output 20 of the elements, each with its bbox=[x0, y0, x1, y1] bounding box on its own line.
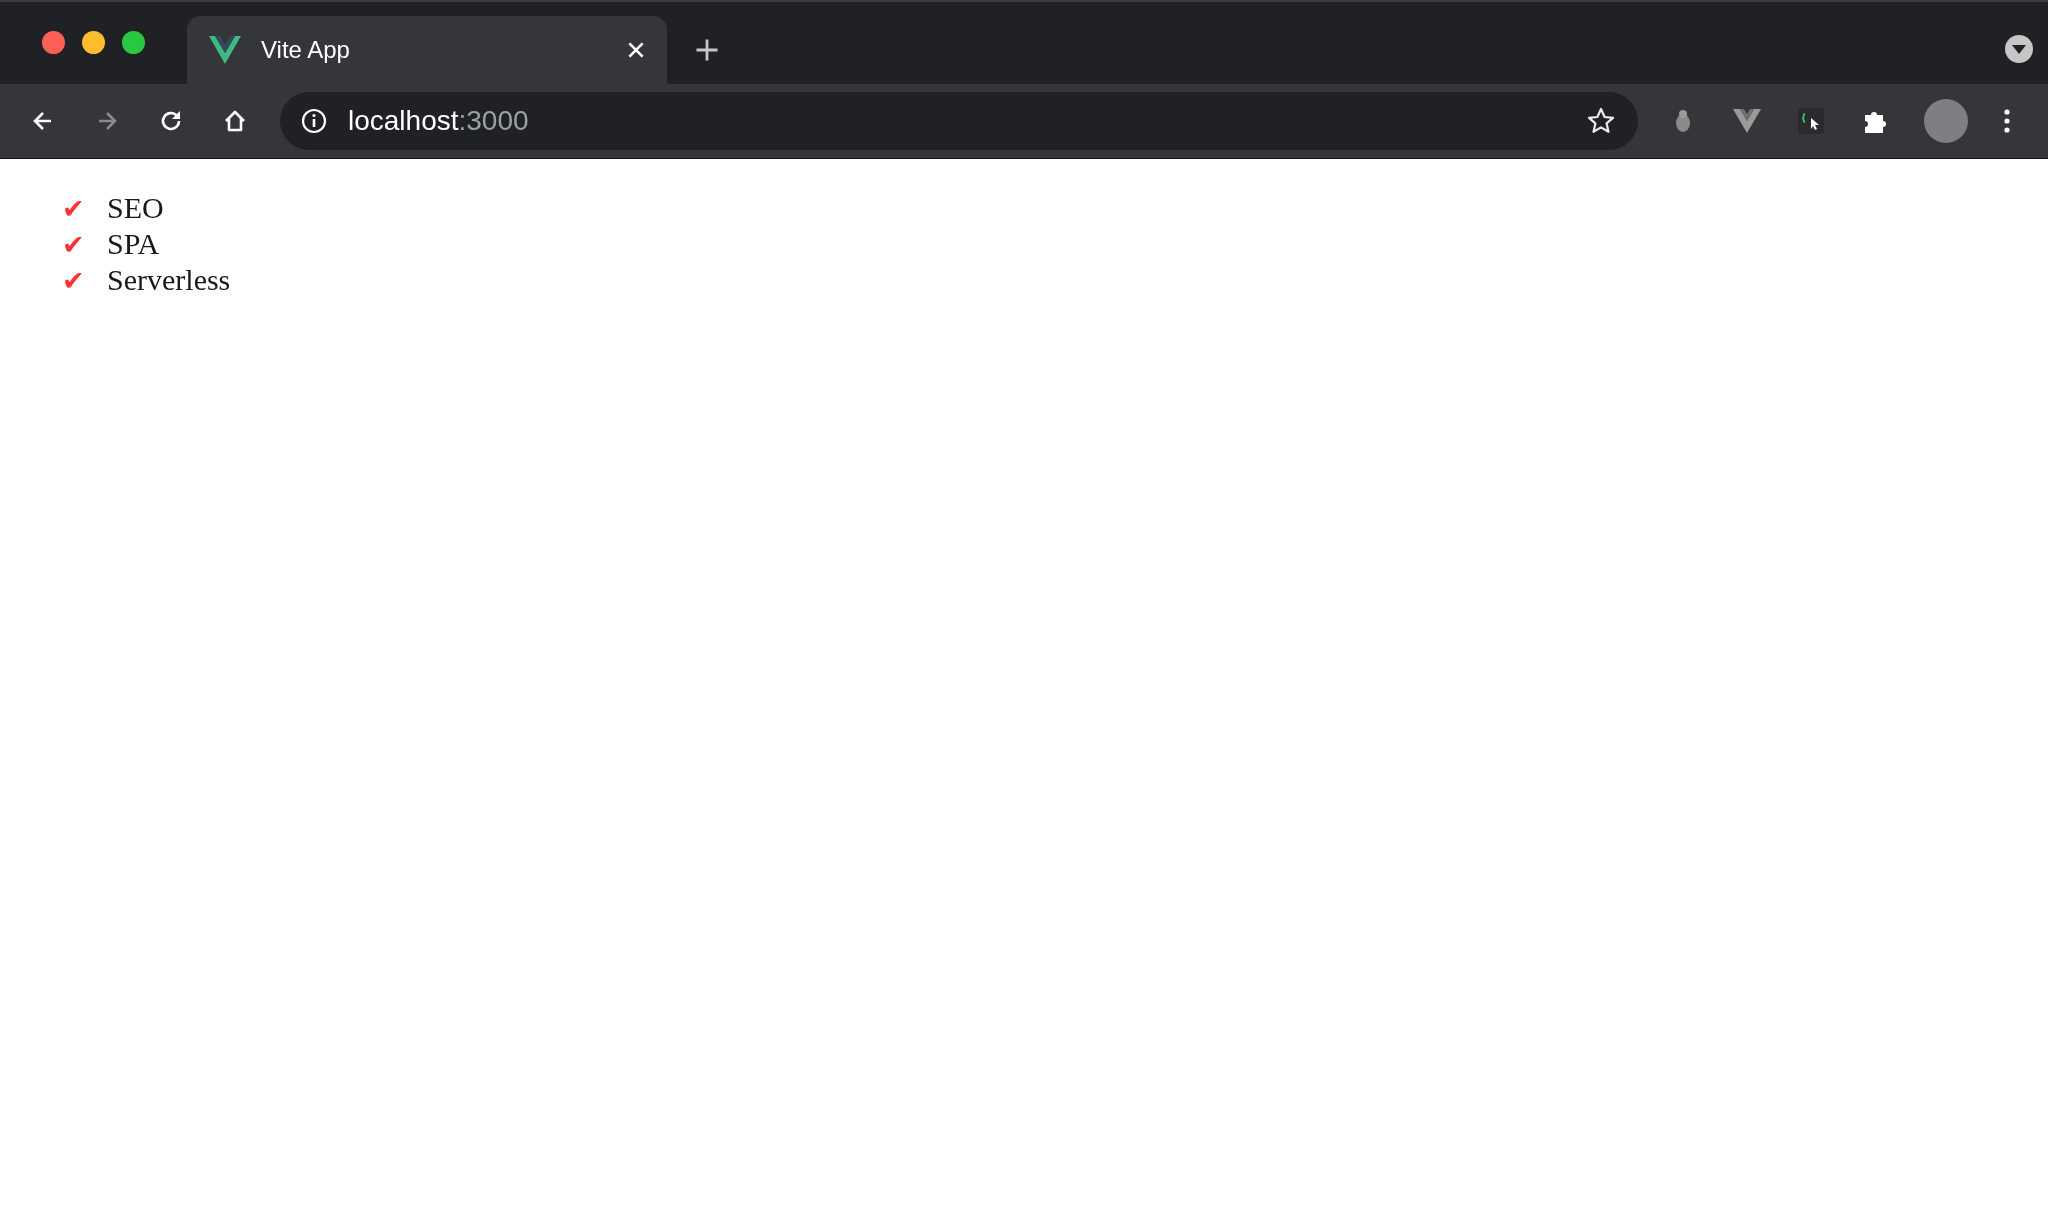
url-port: :3000 bbox=[458, 105, 529, 136]
dropdown-icon[interactable] bbox=[2004, 34, 2034, 64]
menu-icon[interactable] bbox=[2002, 106, 2012, 136]
list-item-text: Serverless bbox=[107, 263, 231, 297]
checkmark-icon: ✔ bbox=[62, 228, 107, 260]
browser-tab[interactable]: Vite App bbox=[187, 16, 667, 84]
cursor-icon[interactable] bbox=[1796, 106, 1826, 136]
maximize-window-button[interactable] bbox=[122, 31, 145, 54]
avatar[interactable] bbox=[1924, 99, 1968, 143]
list-item-text: SPA bbox=[107, 227, 160, 261]
star-icon[interactable] bbox=[1586, 106, 1616, 136]
close-window-button[interactable] bbox=[42, 31, 65, 54]
address-bar[interactable]: localhost:3000 bbox=[280, 92, 1638, 150]
checkmark-icon: ✔ bbox=[62, 264, 107, 296]
url-host: localhost bbox=[348, 105, 459, 136]
minimize-window-button[interactable] bbox=[82, 31, 105, 54]
list-item-text: SEO bbox=[107, 191, 164, 225]
info-icon[interactable] bbox=[300, 107, 328, 135]
v-logo-icon bbox=[209, 36, 241, 64]
checkmark-icon: ✔ bbox=[62, 192, 107, 224]
